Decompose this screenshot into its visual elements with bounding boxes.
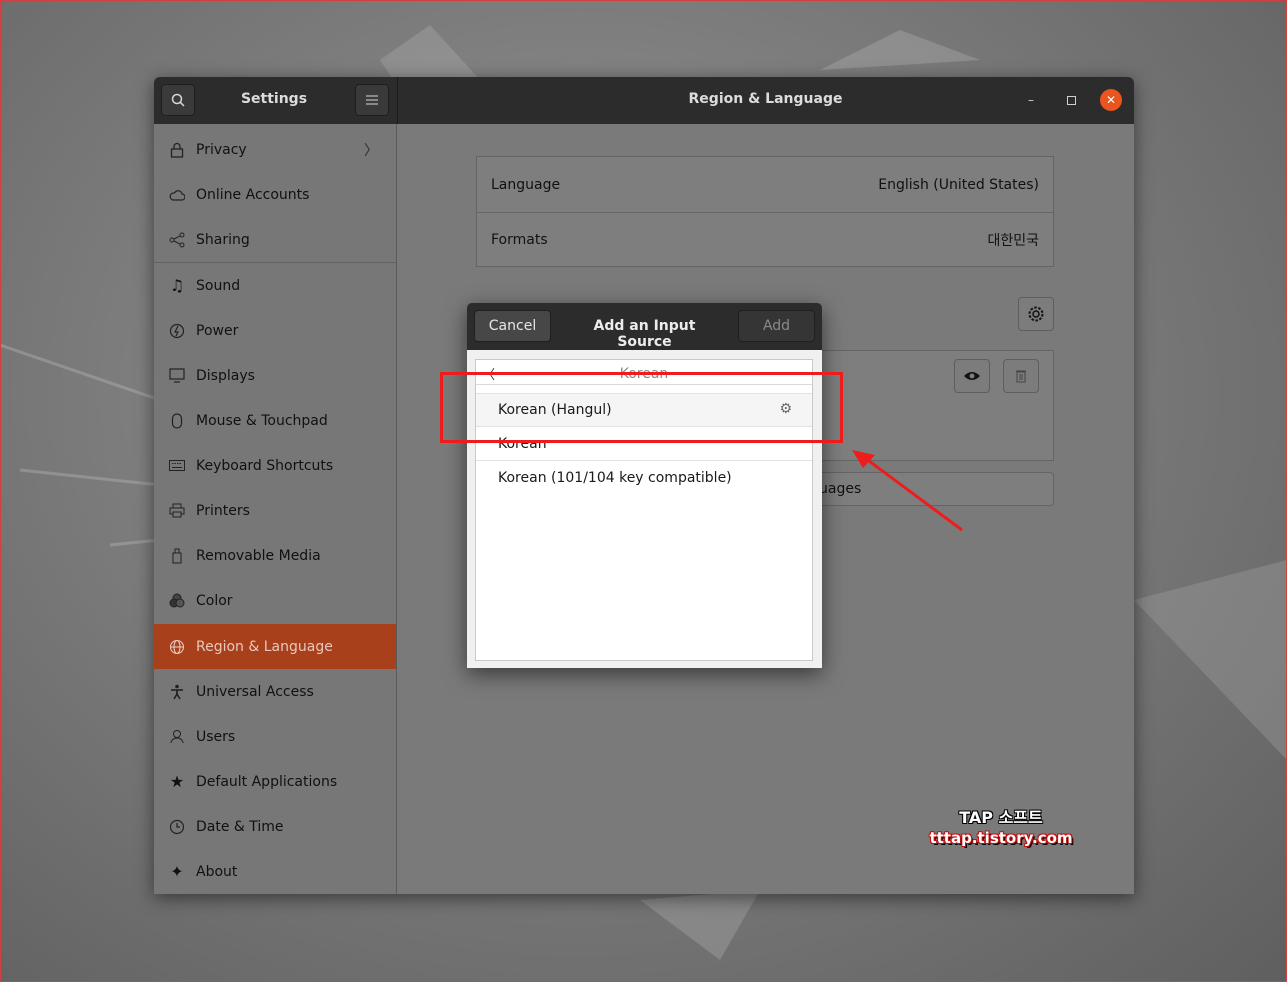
watermark-url: tttap.tistory.com [929, 829, 1073, 847]
watermark: TAP 소프트 tttap.tistory.com [926, 808, 1076, 848]
annotation-arrow [852, 450, 963, 532]
watermark-title: TAP 소프트 [959, 808, 1043, 827]
